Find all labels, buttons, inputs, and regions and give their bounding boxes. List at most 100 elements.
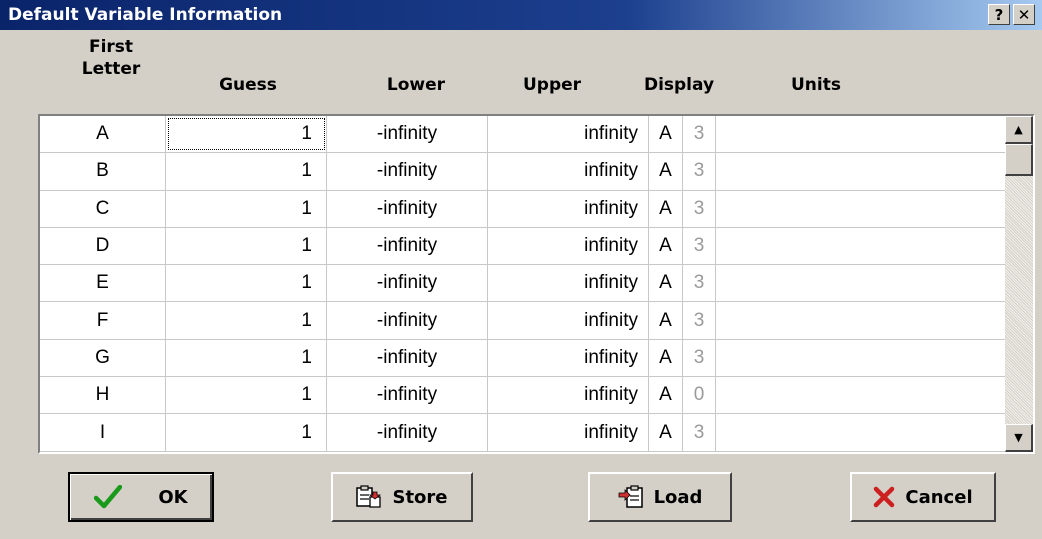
red-x-icon [873,486,895,508]
ok-button[interactable]: OK [68,472,214,522]
cell-guess[interactable]: 1 [166,414,327,451]
cell-display-digits[interactable]: 3 [683,339,716,377]
cell-display-digits[interactable]: 3 [683,190,716,227]
load-label: Load [653,486,703,508]
cell-upper[interactable]: infinity [488,377,649,414]
cell-lower[interactable]: -infinity [327,190,488,227]
cell-display-digits[interactable]: 3 [683,302,716,339]
table-row[interactable]: D 1 -infinity infinity A 3 [40,227,1005,266]
header-upper: Upper [522,75,582,95]
close-icon: ✕ [1017,6,1031,24]
cell-lower[interactable]: -infinity [327,153,488,190]
table-row[interactable]: C 1 -infinity infinity A 3 [40,190,1005,228]
cell-upper[interactable]: infinity [488,302,649,339]
cell-letter: G [40,339,166,377]
cell-display-digits[interactable]: 3 [683,265,716,302]
cell-upper[interactable]: infinity [488,227,649,265]
cell-units[interactable] [716,228,1005,264]
cell-units[interactable] [716,153,1005,189]
cell-guess[interactable]: 1 [166,227,327,265]
cell-letter: I [40,414,166,451]
cell-letter: A [40,116,166,153]
cell-display-format[interactable]: A [649,265,683,302]
load-clipboard-icon [618,485,644,509]
cell-display-digits[interactable]: 3 [683,153,716,190]
close-button[interactable]: ✕ [1013,4,1035,25]
help-button[interactable]: ? [988,4,1010,25]
cell-upper[interactable]: infinity [488,414,649,451]
table-row[interactable]: E 1 -infinity infinity A 3 [40,265,1005,303]
cell-lower[interactable]: -infinity [327,116,488,153]
cell-lower[interactable]: -infinity [327,227,488,265]
arrow-up-icon: ▲ [1014,123,1023,136]
cell-display-format[interactable]: A [649,302,683,339]
cell-letter: C [40,190,166,227]
scroll-up-button[interactable]: ▲ [1005,116,1033,144]
cell-units[interactable] [716,191,1005,227]
store-label: Store [392,486,448,508]
cell-display-format[interactable]: A [649,190,683,227]
cell-display-digits[interactable]: 0 [683,377,716,414]
table-row[interactable]: A 1 -infinity infinity A 3 [40,116,1005,154]
cell-display-format[interactable]: A [649,339,683,377]
window-title: Default Variable Information [8,5,283,25]
cell-lower[interactable]: -infinity [327,377,488,414]
load-button[interactable]: Load [588,472,732,522]
store-button[interactable]: Store [331,472,473,522]
cell-guess[interactable]: 1 [166,153,327,190]
table-row[interactable]: I 1 -infinity infinity A 3 [40,414,1005,452]
grid-rows: A 1 -infinity infinity A 3 B 1 -infinity infinity… [40,116,1005,452]
cell-guess[interactable]: 1 [166,190,327,227]
cell-upper[interactable]: infinity [488,116,649,153]
cell-guess[interactable]: 1 [166,302,327,339]
cell-display-format[interactable]: A [649,227,683,265]
arrow-down-icon: ▼ [1014,431,1023,444]
table-row[interactable]: G 1 -infinity infinity A 3 [40,339,1005,378]
cell-units[interactable] [716,414,1005,450]
cancel-label: Cancel [905,486,973,508]
scroll-down-button[interactable]: ▼ [1005,424,1033,452]
cell-display-format[interactable]: A [649,414,683,451]
store-clipboard-icon [356,485,382,509]
cell-upper[interactable]: infinity [488,265,649,302]
cell-units[interactable] [716,265,1005,301]
vertical-scrollbar[interactable]: ▲ ▼ [1005,116,1033,452]
cell-guess[interactable]: 1 [166,339,327,377]
cell-display-format[interactable]: A [649,377,683,414]
cancel-button[interactable]: Cancel [850,472,996,522]
header-first-letter: First Letter [81,37,141,79]
cell-units[interactable] [716,340,1005,376]
table-row[interactable]: B 1 -infinity infinity A 3 [40,153,1005,191]
table-row[interactable]: H 1 -infinity infinity A 0 [40,377,1005,415]
scroll-thumb[interactable] [1005,144,1033,176]
cell-guess[interactable]: 1 [166,116,327,153]
variable-grid[interactable]: A 1 -infinity infinity A 3 B 1 -infinity infinity… [38,114,1035,454]
title-bar[interactable]: Default Variable Information ? ✕ [0,0,1042,30]
green-checkmark-icon [94,485,123,509]
cell-units[interactable] [716,116,1005,152]
cell-lower[interactable]: -infinity [327,339,488,377]
cell-units[interactable] [716,302,1005,338]
cell-letter: H [40,377,166,414]
cell-letter: F [40,302,166,339]
cell-units[interactable] [716,377,1005,413]
cell-upper[interactable]: infinity [488,153,649,190]
cell-lower[interactable]: -infinity [327,302,488,339]
cell-upper[interactable]: infinity [488,190,649,227]
cell-lower[interactable]: -infinity [327,265,488,302]
cell-display-digits[interactable]: 3 [683,116,716,153]
cell-display-format[interactable]: A [649,116,683,153]
cell-letter: B [40,153,166,190]
cell-upper[interactable]: infinity [488,339,649,377]
cell-letter: E [40,265,166,302]
cell-lower[interactable]: -infinity [327,414,488,451]
cell-display-digits[interactable]: 3 [683,227,716,265]
cell-display-digits[interactable]: 3 [683,414,716,451]
header-display: Display [643,75,715,95]
cell-display-format[interactable]: A [649,153,683,190]
header-units: Units [791,75,841,95]
header-guess: Guess [219,75,277,95]
cell-guess[interactable]: 1 [166,265,327,302]
table-row[interactable]: F 1 -infinity infinity A 3 [40,302,1005,340]
cell-guess[interactable]: 1 [166,377,327,414]
